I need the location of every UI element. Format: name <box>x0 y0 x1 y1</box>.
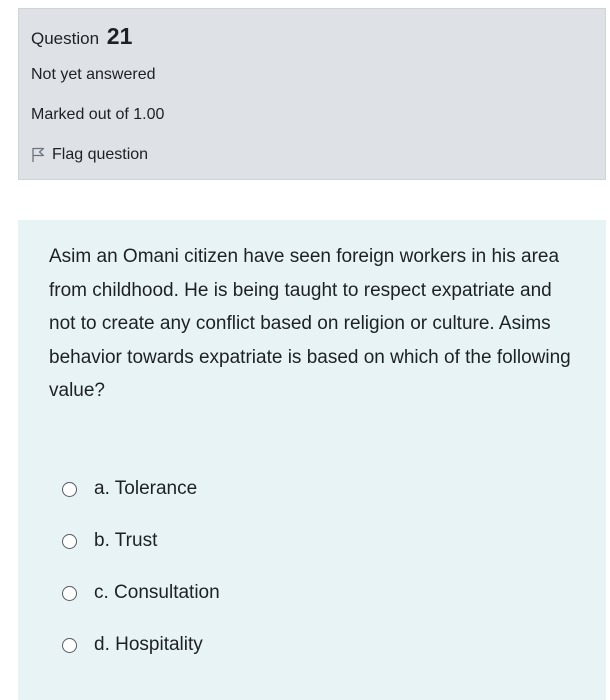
answer-label-d: d. Hospitality <box>94 634 203 655</box>
question-text: Asim an Omani citizen have seen foreign … <box>49 246 571 401</box>
flag-question-button[interactable]: Flag question <box>31 146 148 164</box>
question-content: Asim an Omani citizen have seen foreign … <box>18 220 606 700</box>
radio-button-a[interactable] <box>62 481 77 497</box>
radio-button-d[interactable] <box>62 637 77 653</box>
answer-label-b: b. Trust <box>94 530 158 551</box>
flag-icon <box>32 147 45 162</box>
question-grade: Marked out of 1.00 <box>31 106 165 123</box>
question-info-panel: Question 21 Not yet answered Marked out … <box>18 8 606 180</box>
flag-question-label: Flag question <box>52 146 149 163</box>
answer-option-c[interactable]: c. Consultation <box>62 578 220 608</box>
question-number-value: 21 <box>106 23 133 49</box>
question-state: Not yet answered <box>31 66 156 83</box>
question-label: Question <box>31 29 100 48</box>
answer-option-b[interactable]: b. Trust <box>62 526 157 556</box>
radio-button-c[interactable] <box>62 585 77 601</box>
answer-option-a[interactable]: a. Tolerance <box>62 474 197 504</box>
answer-label-a: a. Tolerance <box>94 478 198 499</box>
quiz-frame: Question 21 Not yet answered Marked out … <box>5 0 606 700</box>
answer-option-d[interactable]: d. Hospitality <box>62 630 203 660</box>
radio-button-b[interactable] <box>62 533 77 549</box>
answer-label-c: c. Consultation <box>94 582 220 603</box>
question-number: Question 21 <box>31 23 132 50</box>
